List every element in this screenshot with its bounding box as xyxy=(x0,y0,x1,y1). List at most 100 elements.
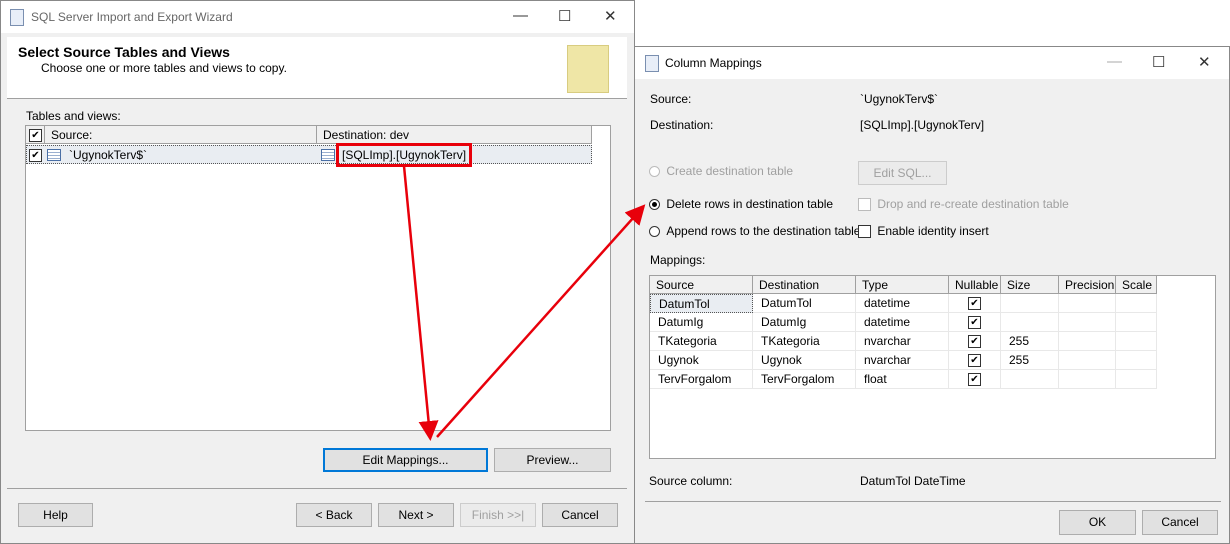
cell-size[interactable] xyxy=(1001,313,1059,332)
wizard-window: SQL Server Import and Export Wizard — ☐ … xyxy=(0,0,635,544)
mapping-row[interactable]: TervForgalom TervForgalom float ✔ xyxy=(650,370,1157,389)
divider xyxy=(645,501,1221,502)
dialog-cancel-button[interactable]: Cancel xyxy=(1142,510,1218,535)
append-rows-radio[interactable]: Append rows to the destination table xyxy=(649,224,860,238)
col-header-destination[interactable]: Destination xyxy=(753,276,856,294)
mapping-row[interactable]: DatumIg DatumIg datetime ✔ xyxy=(650,313,1157,332)
cell-source[interactable]: DatumTol xyxy=(650,294,753,313)
create-destination-radio: Create destination table xyxy=(649,164,793,178)
cell-type[interactable]: nvarchar xyxy=(856,351,949,370)
nullable-checkbox[interactable]: ✔ xyxy=(968,373,981,387)
wizard-cancel-button[interactable]: Cancel xyxy=(542,503,618,527)
cell-size[interactable] xyxy=(1001,370,1059,389)
edit-mappings-button[interactable]: Edit Mappings... xyxy=(323,448,488,472)
nullable-checkbox[interactable]: ✔ xyxy=(968,354,981,368)
app-icon xyxy=(10,9,24,26)
col-header-type[interactable]: Type xyxy=(856,276,949,294)
delete-rows-radio[interactable]: Delete rows in destination table xyxy=(649,197,833,211)
maximize-icon[interactable]: ☐ xyxy=(558,7,571,25)
maximize-icon[interactable]: ☐ xyxy=(1152,53,1165,71)
mapping-row[interactable]: DatumTol DatumTol datetime ✔ xyxy=(650,294,1157,313)
close-icon[interactable]: ✕ xyxy=(604,7,617,25)
cell-nullable[interactable]: ✔ xyxy=(949,294,1001,313)
cell-destination[interactable]: TervForgalom xyxy=(753,370,856,389)
ok-button[interactable]: OK xyxy=(1059,510,1136,535)
edit-sql-button: Edit SQL... xyxy=(858,161,947,185)
divider xyxy=(7,488,627,489)
cell-size[interactable] xyxy=(1001,294,1059,313)
nullable-checkbox[interactable]: ✔ xyxy=(968,297,981,311)
col-header-nullable[interactable]: Nullable xyxy=(949,276,1001,294)
cell-size[interactable]: 255 xyxy=(1001,351,1059,370)
mapping-row[interactable]: TKategoria TKategoria nvarchar ✔ 255 xyxy=(650,332,1157,351)
cell-type[interactable]: float xyxy=(856,370,949,389)
source-label: Source: xyxy=(650,92,692,106)
wizard-graphic-icon xyxy=(567,45,609,93)
source-value: `UgynokTerv$` xyxy=(860,92,939,106)
drop-recreate-checkbox: Drop and re-create destination table xyxy=(858,197,1069,212)
cell-scale[interactable] xyxy=(1116,332,1157,351)
source-column-value: DatumTol DateTime xyxy=(860,474,966,488)
cell-type[interactable]: datetime xyxy=(856,313,949,332)
close-icon[interactable]: ✕ xyxy=(1198,53,1211,71)
row-source: `UgynokTerv$` xyxy=(69,148,148,162)
wizard-header: Select Source Tables and Views Choose on… xyxy=(7,37,627,99)
cell-precision[interactable] xyxy=(1059,351,1116,370)
cell-scale[interactable] xyxy=(1116,313,1157,332)
col-header-size[interactable]: Size xyxy=(1001,276,1059,294)
cell-scale[interactable] xyxy=(1116,294,1157,313)
cell-destination[interactable]: Ugynok xyxy=(753,351,856,370)
tables-grid[interactable]: ✔ Source: C:\Users\fl\Desktop\SSMS_Tabla… xyxy=(25,125,611,431)
cell-nullable[interactable]: ✔ xyxy=(949,332,1001,351)
cell-destination[interactable]: DatumTol xyxy=(753,294,856,313)
page-subtitle: Choose one or more tables and views to c… xyxy=(41,61,287,75)
next-button[interactable]: Next > xyxy=(378,503,454,527)
table-row[interactable]: ✔ `UgynokTerv$` [SQLImp].[UgynokTerv] xyxy=(26,143,592,167)
wizard-title-bar: SQL Server Import and Export Wizard — ☐ … xyxy=(1,1,634,33)
cell-type[interactable]: datetime xyxy=(856,294,949,313)
preview-button[interactable]: Preview... xyxy=(494,448,611,472)
col-header-source[interactable]: Source xyxy=(650,276,753,294)
row-destination[interactable]: [SQLImp].[UgynokTerv] xyxy=(336,143,473,167)
cell-nullable[interactable]: ✔ xyxy=(949,351,1001,370)
cell-precision[interactable] xyxy=(1059,313,1116,332)
cell-scale[interactable] xyxy=(1116,351,1157,370)
cell-source[interactable]: Ugynok xyxy=(650,351,753,370)
mappings-grid[interactable]: Source Destination Type Nullable Size Pr… xyxy=(649,275,1216,459)
row-checkbox[interactable]: ✔ xyxy=(29,149,42,162)
minimize-icon[interactable]: — xyxy=(1107,53,1122,70)
col-header-scale[interactable]: Scale xyxy=(1116,276,1157,294)
tables-label: Tables and views: xyxy=(26,109,121,123)
cell-nullable[interactable]: ✔ xyxy=(949,370,1001,389)
nullable-checkbox[interactable]: ✔ xyxy=(968,316,981,330)
cell-precision[interactable] xyxy=(1059,332,1116,351)
cell-source[interactable]: TKategoria xyxy=(650,332,753,351)
minimize-icon[interactable]: — xyxy=(513,7,528,24)
back-button[interactable]: < Back xyxy=(296,503,372,527)
cell-scale[interactable] xyxy=(1116,370,1157,389)
mappings-label: Mappings: xyxy=(650,253,706,267)
cell-destination[interactable]: DatumIg xyxy=(753,313,856,332)
help-button[interactable]: Help xyxy=(18,503,93,527)
identity-insert-checkbox[interactable]: Enable identity insert xyxy=(858,224,989,239)
cell-source[interactable]: TervForgalom xyxy=(650,370,753,389)
cell-size[interactable]: 255 xyxy=(1001,332,1059,351)
cell-type[interactable]: nvarchar xyxy=(856,332,949,351)
dialog-title: Column Mappings xyxy=(665,56,762,70)
dialog-title-bar: Column Mappings — ☐ ✕ xyxy=(635,47,1229,79)
col-header-precision[interactable]: Precision xyxy=(1059,276,1116,294)
cell-precision[interactable] xyxy=(1059,370,1116,389)
mapping-row[interactable]: Ugynok Ugynok nvarchar ✔ 255 xyxy=(650,351,1157,370)
col-source-header[interactable]: Source: C:\Users\fl\Desktop\SSMS_Tablaim… xyxy=(45,126,317,160)
dialog-icon xyxy=(645,55,659,72)
col-dest-header[interactable]: Destination: dev xyxy=(317,126,592,144)
cell-destination[interactable]: TKategoria xyxy=(753,332,856,351)
column-mappings-dialog: Column Mappings — ☐ ✕ Source: `UgynokTer… xyxy=(634,46,1230,544)
source-column-label: Source column: xyxy=(649,474,733,488)
cell-nullable[interactable]: ✔ xyxy=(949,313,1001,332)
destination-label: Destination: xyxy=(650,118,714,132)
cell-precision[interactable] xyxy=(1059,294,1116,313)
cell-source[interactable]: DatumIg xyxy=(650,313,753,332)
nullable-checkbox[interactable]: ✔ xyxy=(968,335,981,349)
select-all-checkbox[interactable]: ✔ xyxy=(26,126,45,144)
